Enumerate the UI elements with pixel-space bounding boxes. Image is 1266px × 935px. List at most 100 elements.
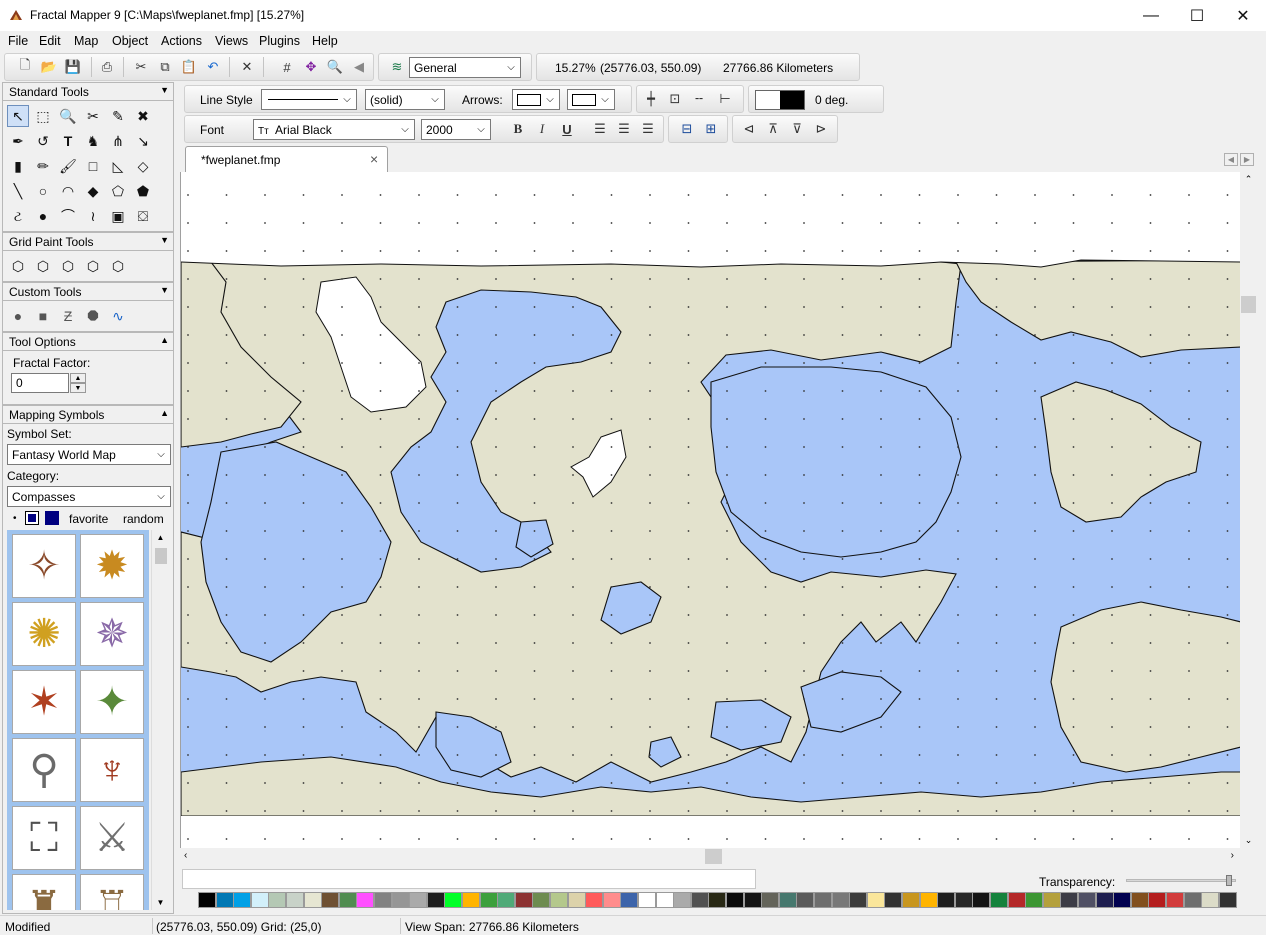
color-swatch[interactable] [919,892,938,908]
rectangle-tool-icon[interactable]: □ [82,155,104,177]
color-swatch[interactable] [1166,892,1184,908]
align-center-icon[interactable]: ☰ [614,119,634,139]
world-map[interactable] [181,172,1240,848]
color-swatch[interactable] [462,892,480,908]
scroll-down-icon[interactable]: ⌄ [1240,835,1257,846]
tool-options-header[interactable]: Tool Options ▲ [2,332,174,350]
compass-symbol[interactable]: ⚔ [80,806,144,870]
color-swatch[interactable] [338,892,357,908]
join-icon[interactable]: ┿ [641,89,661,109]
copy-icon[interactable]: ⧉ [155,57,175,77]
color-swatch[interactable] [673,892,692,908]
new-file-icon[interactable]: 🗋 [15,57,35,77]
rotate-left-icon[interactable]: ⊲ [739,119,759,139]
color-swatch[interactable] [866,892,885,908]
hex-group-tool-icon[interactable]: ⬡ [107,255,129,277]
hex-erase-tool-icon[interactable]: ⬡ [82,255,104,277]
align-right-icon[interactable]: ☰ [638,119,658,139]
color-swatch[interactable] [497,892,516,908]
color-swatch[interactable] [1201,892,1220,908]
color-swatch[interactable] [726,892,744,908]
color-swatch[interactable] [567,892,586,908]
grid-icon[interactable]: # [277,57,297,77]
diamond-tool-icon[interactable]: ◇ [132,155,154,177]
color-swatch[interactable] [954,892,973,908]
color-swatch[interactable] [1095,892,1114,908]
print-icon[interactable]: ⎙ [97,57,117,77]
vertical-scroll-thumb[interactable] [1241,296,1256,313]
arrow-start-select[interactable]: ⌵ [512,89,560,110]
color-swatch[interactable] [1130,892,1149,908]
rotate-tool-icon[interactable]: ↺ [32,130,54,152]
color-swatch[interactable] [1148,892,1167,908]
marker-tool-icon[interactable]: ▮ [7,155,29,177]
align-left-icon[interactable]: ☰ [590,119,610,139]
color-swatch[interactable] [690,892,709,908]
color-swatch[interactable] [1218,892,1237,908]
fill-bucket-tool-icon[interactable]: ⛋ [132,205,154,227]
arrow-end-select[interactable]: ⌵ [567,89,615,110]
menu-edit[interactable]: Edit [39,34,61,48]
back-icon[interactable]: ◀ [349,57,369,77]
freehand-tool-icon[interactable]: ટ [7,205,29,227]
pen-tool-icon[interactable]: ✏ [32,155,54,177]
font-size-select[interactable]: 2000 ⌵ [421,119,491,140]
ungroup-icon[interactable]: ⊞ [701,119,721,139]
tab-close-icon[interactable]: × [370,151,378,167]
random-link[interactable]: random [123,512,164,526]
scroll-down-icon[interactable]: ▼ [152,898,169,907]
custom-tools-header[interactable]: Custom Tools ▼ [2,282,174,300]
compass-symbol[interactable]: ✶ [12,670,76,734]
tab-scroll-right-icon[interactable]: ▶ [1240,153,1254,166]
favorite-link[interactable]: favorite [69,512,108,526]
zoom-icon[interactable]: 🔍 [325,57,345,77]
color-swatch[interactable] [708,892,727,908]
color-swatch[interactable] [1113,892,1132,908]
arc-line-tool-icon[interactable]: ⌒ [57,205,79,227]
color-swatch[interactable] [1042,892,1061,908]
fractal-polygon-tool-icon[interactable]: ⬠ [107,180,129,202]
node-tool-icon[interactable]: ✎ [107,105,129,127]
color-swatch[interactable] [990,892,1008,908]
color-swatch[interactable] [972,892,991,908]
paste-icon[interactable]: 📋 [179,57,199,77]
font-select[interactable]: Tт Arial Black ⌵ [253,119,415,140]
hex-fill-tool-icon[interactable]: ⬡ [57,255,79,277]
color-swatch[interactable] [743,892,762,908]
compass-symbol[interactable]: ⚲ [12,738,76,802]
extend-icon[interactable]: ⊢ [715,89,735,109]
fill-color-swatch[interactable] [755,90,805,110]
layer-select[interactable]: General ⌵ [409,57,521,78]
rotate-right-icon[interactable]: ⊳ [811,119,831,139]
color-swatch[interactable] [585,892,604,908]
fractal-factor-input[interactable]: 0 [11,373,69,393]
compass-symbol[interactable]: ✹ [80,534,144,598]
tab-fweplanet[interactable]: *fweplanet.fmp × [185,146,388,172]
custom-square-tool-icon[interactable]: ■ [32,305,54,327]
fractal-fill-tool-icon[interactable]: ⬟ [132,180,154,202]
color-swatch[interactable] [514,892,533,908]
view-large-icon[interactable] [25,511,39,525]
delete-icon[interactable]: ✕ [237,57,257,77]
color-swatch[interactable] [356,892,375,908]
custom-circle-tool-icon[interactable]: ● [7,305,29,327]
transparency-slider-thumb[interactable] [1225,875,1232,886]
compass-symbol[interactable]: ✦ [80,670,144,734]
color-swatch[interactable] [814,892,832,908]
compass-symbol[interactable]: ⛶ [12,806,76,870]
scissors-tool-icon[interactable]: ✂ [82,105,104,127]
color-swatch[interactable] [550,892,568,908]
color-swatch[interactable] [1025,892,1044,908]
color-swatch[interactable] [426,892,445,908]
compass-symbol[interactable]: ♜ [12,874,76,910]
curve-tool-icon[interactable]: ↘ [132,130,154,152]
color-swatch[interactable] [638,892,656,908]
line-tool-icon[interactable]: ╲ [7,180,29,202]
blob-tool-icon[interactable]: ● [32,205,54,227]
symbol-set-select[interactable]: Fantasy World Map ⌵ [7,444,171,465]
color-swatch[interactable] [884,892,903,908]
color-swatch[interactable] [374,892,392,908]
menu-plugins[interactable]: Plugins [259,34,300,48]
cut-icon[interactable]: ✂ [131,57,151,77]
path-text-tool-icon[interactable]: ⋔ [107,130,129,152]
